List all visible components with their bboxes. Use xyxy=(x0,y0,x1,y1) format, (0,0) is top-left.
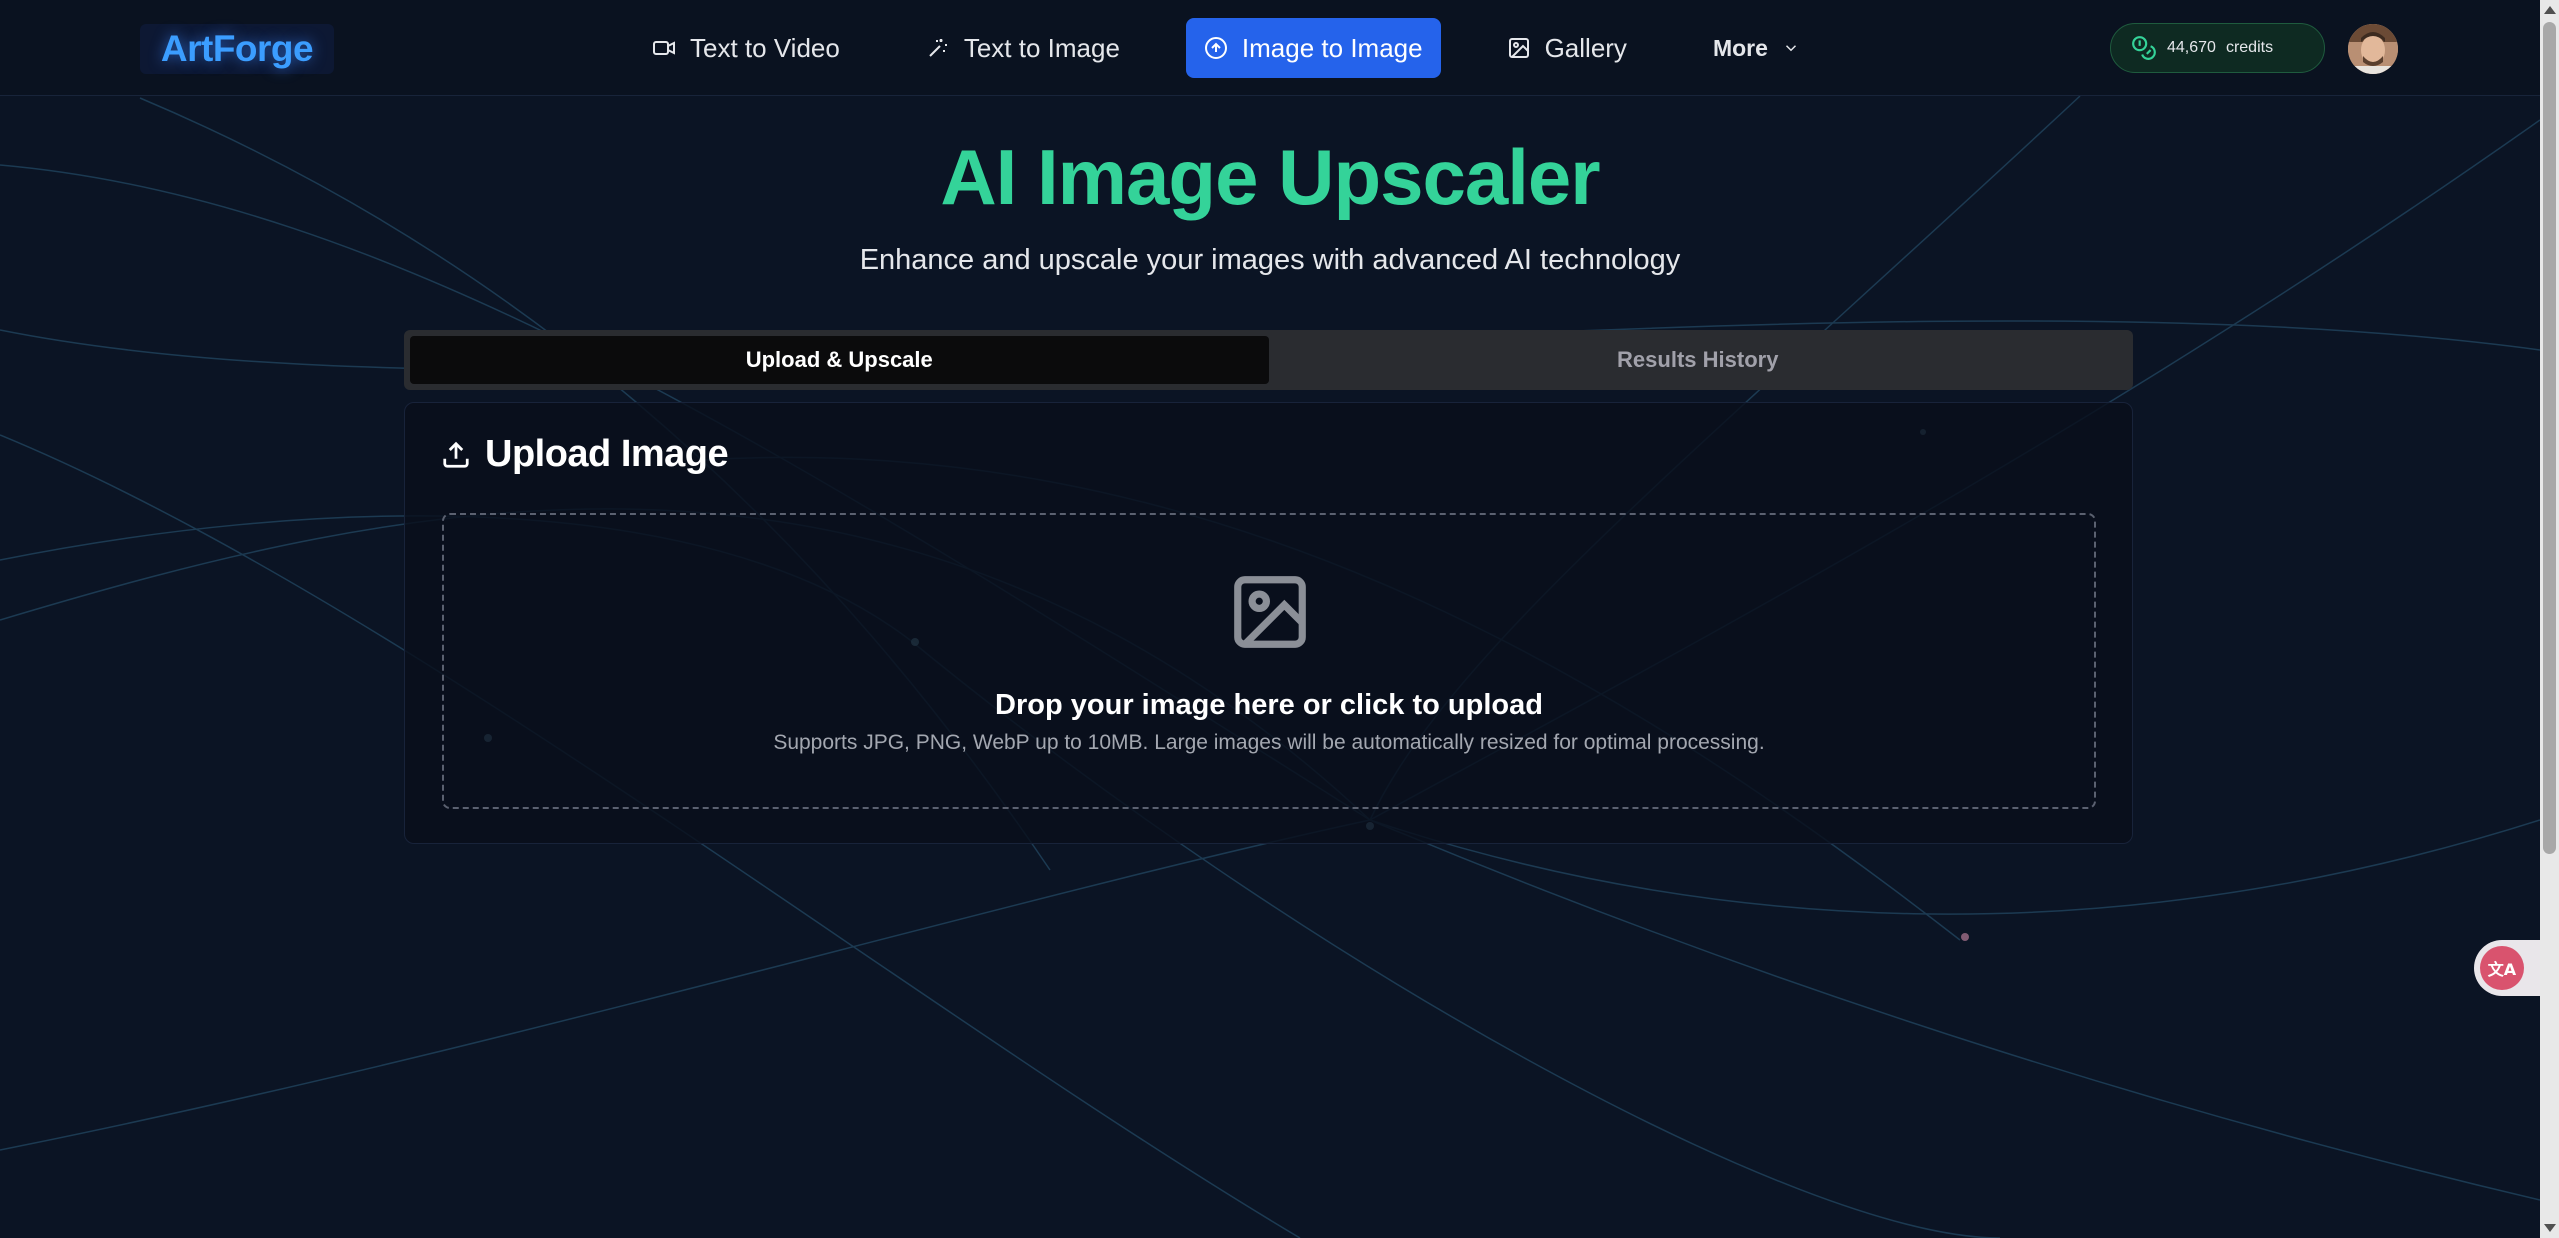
dropzone-subtitle: Supports JPG, PNG, WebP up to 10MB. Larg… xyxy=(773,731,1765,754)
coins-icon xyxy=(2132,36,2156,60)
credits-label: credits xyxy=(2225,39,2274,56)
image-icon xyxy=(1508,38,1529,58)
upload-card-title: Upload Image xyxy=(485,433,729,475)
tab-upload-upscale[interactable]: Upload & Upscale xyxy=(410,336,1269,384)
upscaler-tabs: Upload & Upscale Results History xyxy=(404,330,2133,390)
credits-amount: 44,670 xyxy=(2167,39,2216,56)
image-dropzone[interactable]: Drop your image here or click to upload … xyxy=(442,513,2096,809)
nav-item-label: Text to Video xyxy=(690,32,840,63)
upload-circle-icon xyxy=(1204,37,1227,59)
nav-item-image-to-image[interactable]: Image to Image xyxy=(1185,18,1441,78)
nav-item-text-to-video[interactable]: Text to Video xyxy=(632,18,860,78)
translate-icon: 文A xyxy=(2480,946,2524,990)
upload-card: Upload Image Drop your image here or cli… xyxy=(404,402,2133,844)
page-scrollbar[interactable] xyxy=(2540,0,2559,1238)
tab-results-history[interactable]: Results History xyxy=(1269,336,2128,384)
translate-widget-button[interactable]: 文A xyxy=(2474,940,2540,996)
page-subtitle: Enhance and upscale your images with adv… xyxy=(859,244,1681,276)
user-avatar[interactable] xyxy=(2348,24,2398,74)
nav-item-label: Gallery xyxy=(1544,32,1627,63)
scroll-up-arrow-icon[interactable] xyxy=(2544,6,2556,14)
nav-item-text-to-image[interactable]: Text to Image xyxy=(906,18,1140,78)
upload-icon xyxy=(443,441,469,468)
image-placeholder-icon xyxy=(1227,569,1313,655)
upload-card-header: Upload Image xyxy=(441,433,729,476)
scrollbar-thumb[interactable] xyxy=(2543,22,2556,854)
nav-item-gallery[interactable]: Gallery xyxy=(1487,18,1647,78)
nav-item-more[interactable]: More xyxy=(1693,18,1820,78)
page-title: AI Image Upscaler xyxy=(940,133,1600,221)
nav-item-label: More xyxy=(1712,34,1768,61)
scroll-down-arrow-icon[interactable] xyxy=(2544,1224,2556,1232)
chevron-down-icon xyxy=(1785,45,1796,52)
top-navigation-bar: ArtForge Text to Video Text to Image Ima… xyxy=(0,0,2540,96)
nav-item-label: Text to Image xyxy=(963,32,1120,63)
artforge-logo[interactable]: ArtForge xyxy=(140,24,334,74)
credits-badge[interactable]: 44,670 credits xyxy=(2110,23,2325,73)
dropzone-title: Drop your image here or click to upload xyxy=(995,689,1543,721)
video-icon xyxy=(653,41,675,55)
sparkles-icon xyxy=(929,39,947,57)
nav-item-label: Image to Image xyxy=(1241,32,1423,63)
main-nav: Text to Video Text to Image Image to Ima… xyxy=(632,18,1866,78)
